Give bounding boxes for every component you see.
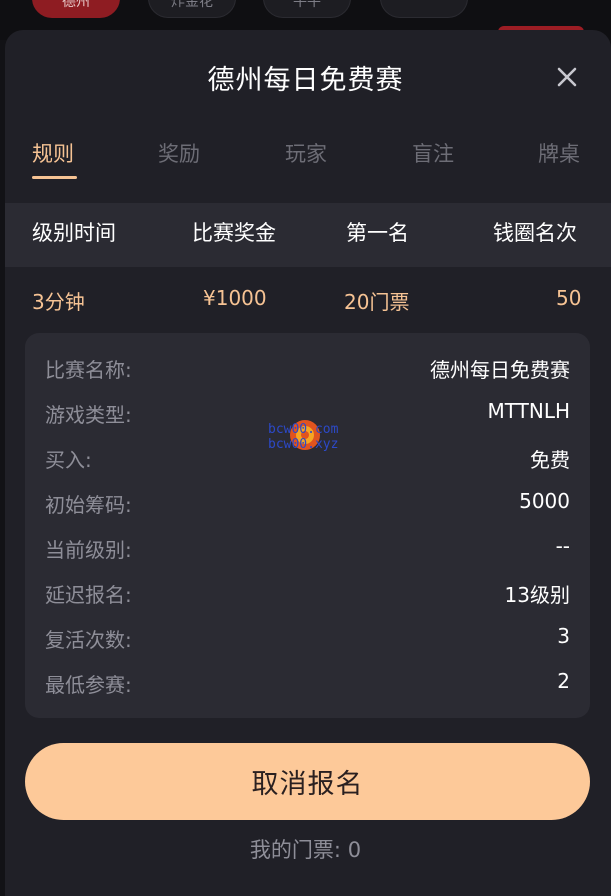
detail-label: 比赛名称:: [45, 358, 132, 382]
detail-value: MTTNLH: [487, 399, 570, 423]
detail-value: 免费: [530, 448, 570, 472]
detail-row-name: 比赛名称: 德州每日免费赛: [45, 354, 570, 384]
active-tab-indicator: [32, 176, 77, 179]
bg-tab-texas: 德州: [32, 0, 120, 18]
detail-value: 13级别: [504, 583, 570, 607]
detail-label: 复活次数:: [45, 628, 132, 652]
detail-label: 买入:: [45, 448, 92, 472]
details-card: [25, 333, 590, 718]
tab-blinds[interactable]: 盲注: [412, 138, 454, 168]
detail-row-current-level: 当前级别: --: [45, 534, 570, 564]
detail-value: 3: [557, 624, 570, 648]
watermark-line-1: bcw00.com: [268, 422, 339, 437]
bg-tab-label: 炸金花: [171, 0, 213, 10]
detail-row-late-registration: 延迟报名: 13级别: [45, 579, 570, 609]
tab-tables[interactable]: 牌桌: [538, 138, 580, 168]
tab-rewards[interactable]: 奖励: [158, 138, 200, 168]
close-icon[interactable]: [554, 64, 580, 90]
bg-tab-niuniu: 牛牛: [263, 0, 351, 18]
detail-value: 德州每日免费赛: [430, 358, 570, 382]
tab-players[interactable]: 玩家: [285, 138, 327, 168]
header-prize: 比赛奖金: [192, 221, 276, 245]
header-first-place: 第一名: [346, 221, 409, 245]
detail-label: 延迟报名:: [45, 583, 132, 607]
value-prize: ¥1000: [203, 286, 267, 310]
watermark: bcw00.com bcw00.xyz: [266, 418, 356, 458]
detail-label: 游戏类型:: [45, 403, 132, 427]
tickets-count: 0: [347, 838, 362, 862]
detail-row-rebuys: 复活次数: 3: [45, 624, 570, 654]
detail-label: 最低参赛:: [45, 673, 132, 697]
detail-row-min-players: 最低参赛: 2: [45, 669, 570, 699]
watermark-line-2: bcw00.xyz: [268, 437, 339, 452]
value-level-time: 3分钟: [32, 290, 85, 314]
bg-tab-label: 德州: [62, 0, 90, 10]
tickets-label: 我的门票:: [249, 838, 341, 862]
detail-value: 2: [557, 669, 570, 693]
cancel-registration-button[interactable]: 取消报名: [25, 743, 590, 820]
detail-label: 当前级别:: [45, 538, 132, 562]
value-first-place: 20门票: [344, 290, 410, 314]
header-level-time: 级别时间: [32, 221, 116, 245]
bg-tab-label: 牛牛: [293, 0, 321, 10]
detail-value: --: [555, 534, 570, 558]
bg-tab-extra: [380, 0, 468, 18]
value-money-places: 50: [556, 286, 582, 310]
header-money-places: 钱圈名次: [493, 221, 577, 245]
detail-value: 5000: [519, 489, 570, 513]
bg-tab-zjh: 炸金花: [148, 0, 236, 18]
tab-bar: 规则 奖励 玩家 盲注 牌桌: [0, 138, 611, 186]
detail-label: 初始筹码:: [45, 493, 132, 517]
modal-title: 德州每日免费赛: [207, 65, 404, 96]
tab-rules[interactable]: 规则: [32, 138, 74, 168]
detail-row-starting-chips: 初始筹码: 5000: [45, 489, 570, 519]
my-tickets: 我的门票: 0: [0, 834, 611, 864]
